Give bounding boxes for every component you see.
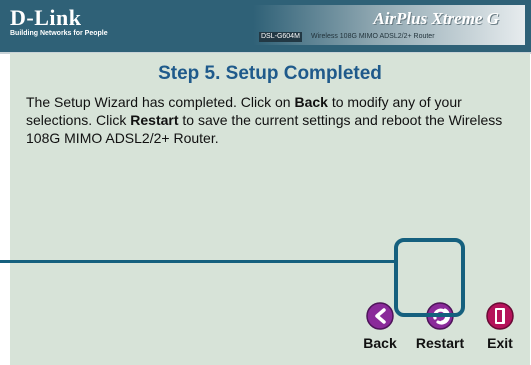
restart-emphasis: Restart: [130, 112, 179, 128]
brand-tagline: Building Networks for People: [10, 30, 108, 37]
page-title: Step 5. Setup Completed: [158, 63, 382, 84]
product-banner: AirPlus Xtreme G DSL-G604M Wireless 108G…: [253, 5, 525, 45]
wizard-panel: Step 5. Setup Completed The Setup Wizard…: [10, 53, 530, 365]
back-label: Back: [363, 335, 397, 351]
back-emphasis: Back: [294, 94, 328, 110]
restart-label: Restart: [415, 335, 465, 351]
restart-callout-box: [394, 238, 465, 317]
airplus-xtreme-logo: AirPlus Xtreme G: [373, 9, 499, 28]
back-arrow-icon: [366, 302, 394, 330]
instruction-part-1: The Setup Wizard has completed. Click on: [26, 94, 295, 110]
exit-button[interactable]: Exit: [480, 301, 520, 351]
exit-door-icon: [486, 302, 514, 330]
model-description: Wireless 108G MIMO ADSL2/2+ Router: [311, 33, 435, 40]
header-banner: D-Link Building Networks for People AirP…: [0, 0, 531, 54]
model-badge: DSL-G604M: [259, 32, 302, 42]
callout-line: [0, 260, 395, 263]
dlink-logo: D-Link: [10, 5, 82, 30]
exit-label: Exit: [487, 335, 513, 351]
instruction-text: The Setup Wizard has completed. Click on…: [26, 93, 516, 147]
